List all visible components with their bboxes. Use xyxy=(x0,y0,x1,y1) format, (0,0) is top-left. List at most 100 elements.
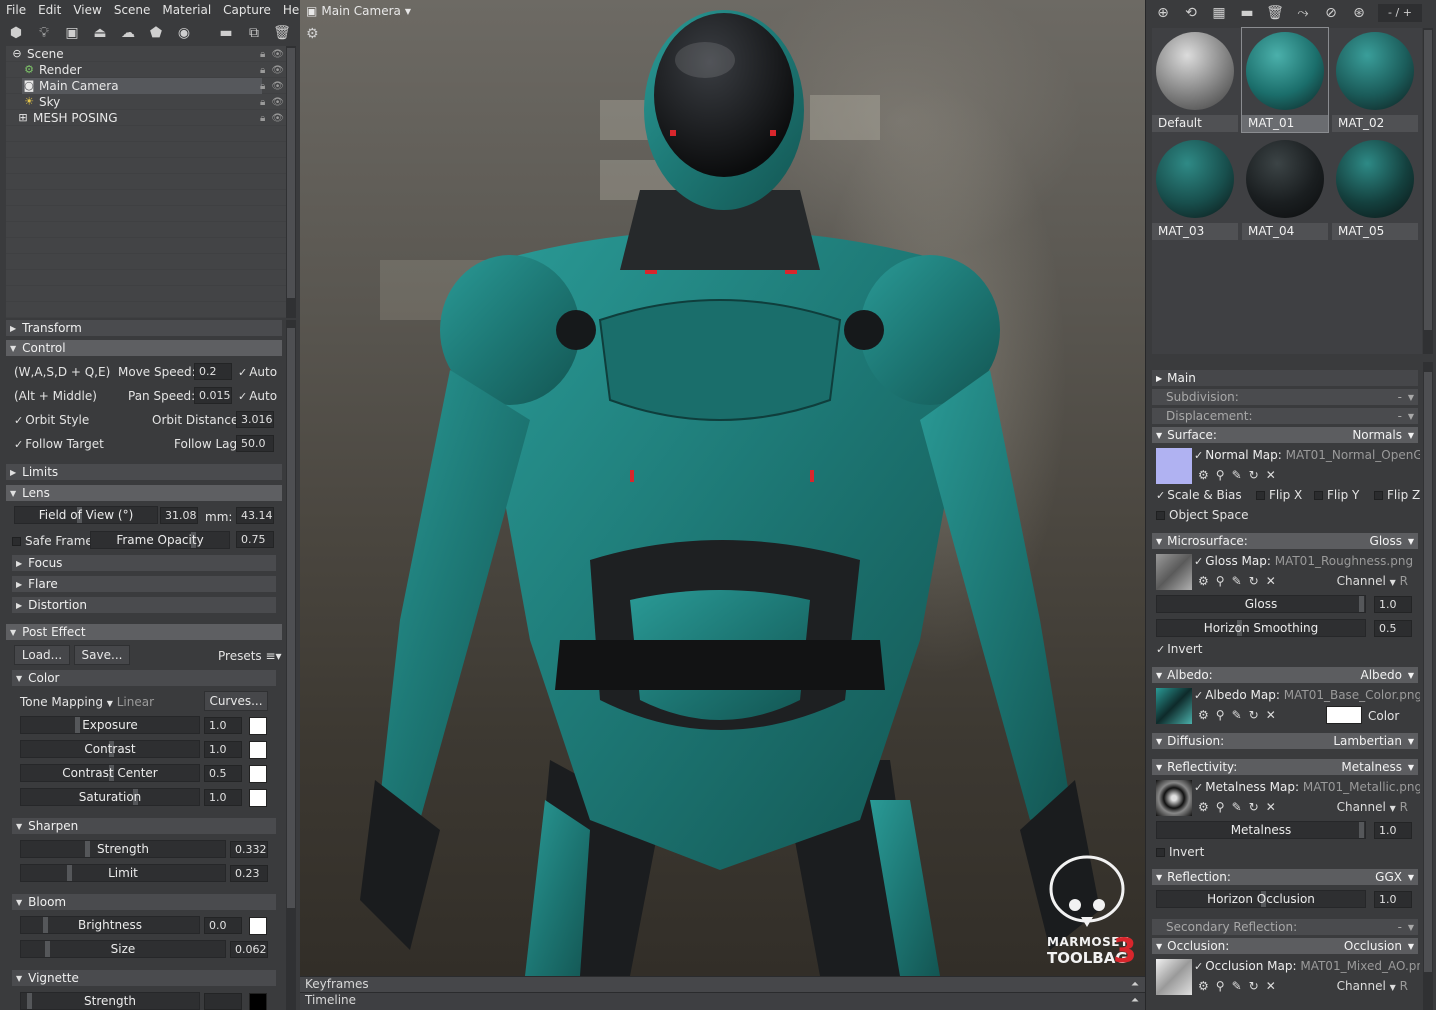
pan-speed-field[interactable]: 0.015 xyxy=(194,387,232,404)
horizon-smoothing-field[interactable]: 0.5 xyxy=(1374,620,1412,637)
keyframes-bar[interactable]: Keyframes ⏶ xyxy=(300,976,1145,992)
close-icon[interactable]: ✕ xyxy=(1266,708,1276,722)
contrast-field[interactable]: 1.0 xyxy=(204,741,242,758)
lock-icon[interactable]: 🔒︎ xyxy=(260,81,265,92)
compass-icon[interactable]: ⊛ xyxy=(1348,3,1370,23)
object-space-checkbox[interactable]: Object Space xyxy=(1156,508,1248,522)
bloom-brightness-slider[interactable]: Brightness xyxy=(20,916,200,934)
section-sharpen[interactable]: ▼ Sharpen xyxy=(12,818,276,834)
menu-file[interactable]: File xyxy=(0,3,32,17)
metalness-map-row[interactable]: ✓ Metalness Map: MAT01_Metallic.png xyxy=(1194,780,1420,794)
albedo-map-thumbnail[interactable] xyxy=(1156,688,1192,724)
metalness-slider[interactable]: Metalness xyxy=(1156,821,1366,839)
orbit-style-checkbox[interactable]: ✓ Orbit Style xyxy=(14,413,89,427)
lock-icon[interactable]: 🔒︎ xyxy=(260,113,265,124)
auto-pan-checkbox[interactable]: ✓ Auto xyxy=(238,389,277,403)
normal-map-row[interactable]: ✓Normal Map: MAT01_Normal_OpenGL.p xyxy=(1194,448,1420,462)
bloom-size-slider[interactable]: Size xyxy=(20,940,226,958)
add-turntable-icon[interactable]: ⬟ xyxy=(144,23,168,43)
tree-item-render[interactable]: ⚙ Render xyxy=(22,62,262,78)
eyedropper-icon[interactable]: ⊘ xyxy=(1320,3,1342,23)
menu-material[interactable]: Material xyxy=(156,3,217,17)
eye-icon[interactable]: 👁︎ xyxy=(271,97,284,108)
add-camera-icon[interactable]: ▣ xyxy=(60,23,84,43)
3d-viewport[interactable]: ▣ Main Camera ▼ ⚙ MARMOSET TOOLBAG 3 xyxy=(300,0,1145,976)
eye-icon[interactable]: 👁︎ xyxy=(271,81,284,92)
section-reflection[interactable]: ▼ Reflection: GGX ▼ xyxy=(1152,869,1418,885)
tree-item-scene[interactable]: ⊖ Scene xyxy=(10,46,250,62)
folder-icon[interactable]: ▬ xyxy=(1236,3,1258,23)
orbit-distance-field[interactable]: 3.016 xyxy=(236,411,274,428)
section-vignette[interactable]: ▼ Vignette xyxy=(12,970,276,986)
section-secondary-reflection[interactable]: Secondary Reflection: - ▼ xyxy=(1152,919,1418,935)
sharpen-strength-slider[interactable]: Strength xyxy=(20,840,226,858)
frame-opacity-slider[interactable]: Frame Opacity xyxy=(90,531,230,549)
close-icon[interactable]: ✕ xyxy=(1266,468,1276,482)
menu-capture[interactable]: Capture xyxy=(217,3,277,17)
edit-icon[interactable]: ✎ xyxy=(1232,800,1242,814)
reload-icon[interactable]: ↻ xyxy=(1249,800,1259,814)
section-microsurface[interactable]: ▼ Microsurface: Gloss ▼ xyxy=(1152,533,1418,549)
close-icon[interactable]: ✕ xyxy=(1266,979,1276,993)
expand-up-icon[interactable]: ⏶ xyxy=(1131,977,1139,992)
gloss-invert-checkbox[interactable]: ✓ Invert xyxy=(1156,642,1203,656)
section-control[interactable]: ▼ Control xyxy=(6,340,282,356)
eye-icon[interactable]: 👁︎ xyxy=(271,49,284,60)
section-bloom[interactable]: ▼ Bloom xyxy=(12,894,276,910)
normal-map-thumbnail[interactable] xyxy=(1156,448,1192,484)
section-reflectivity[interactable]: ▼ Reflectivity: Metalness ▼ xyxy=(1152,759,1418,775)
reload-icon[interactable]: ↻ xyxy=(1249,979,1259,993)
contrast-color-swatch[interactable] xyxy=(249,741,267,759)
section-transform[interactable]: ▶ Transform xyxy=(6,320,282,336)
assign-material-icon[interactable]: ⤳ xyxy=(1292,3,1314,23)
sharpen-limit-slider[interactable]: Limit xyxy=(20,864,226,882)
add-light-icon[interactable]: 💡︎ xyxy=(32,23,56,43)
menu-scene[interactable]: Scene xyxy=(108,3,157,17)
section-main[interactable]: ▶ Main xyxy=(1152,370,1418,386)
material-thumb-mat04[interactable]: MAT_04 xyxy=(1242,136,1328,240)
menu-edit[interactable]: Edit xyxy=(32,3,67,17)
contrast-center-field[interactable]: 0.5 xyxy=(204,765,242,782)
section-lens[interactable]: ▼ Lens xyxy=(6,485,282,501)
move-speed-field[interactable]: 0.2 xyxy=(194,363,232,380)
section-focus[interactable]: ▶ Focus xyxy=(12,555,276,571)
settings-icon[interactable]: ⚙ xyxy=(1198,800,1209,814)
horizon-occlusion-field[interactable]: 1.0 xyxy=(1374,891,1412,908)
edit-icon[interactable]: ✎ xyxy=(1232,708,1242,722)
contrast-center-slider[interactable]: Contrast Center xyxy=(20,764,200,782)
flip-x-checkbox[interactable]: Flip X xyxy=(1256,488,1302,502)
material-pager[interactable]: - / + xyxy=(1378,4,1422,22)
add-mesh-icon[interactable]: ⬢ xyxy=(4,23,28,43)
exposure-color-swatch[interactable] xyxy=(249,717,267,735)
fov-slider[interactable]: Field of View (°) xyxy=(14,506,158,524)
sharpen-strength-field[interactable]: 0.332 xyxy=(230,841,268,858)
contrast-center-color-swatch[interactable] xyxy=(249,765,267,783)
horizon-occlusion-slider[interactable]: Horizon Occlusion xyxy=(1156,890,1366,908)
lock-icon[interactable]: 🔒︎ xyxy=(260,65,265,76)
material-properties-scrollbar[interactable] xyxy=(1423,362,1433,1010)
settings-icon[interactable]: ⚙ xyxy=(1198,708,1209,722)
timeline-bar[interactable]: Timeline ⏶ xyxy=(300,992,1145,1010)
tree-item-sky[interactable]: ☀ Sky xyxy=(22,94,262,110)
add-audio-icon[interactable]: ◉ xyxy=(172,23,196,43)
properties-scrollbar[interactable] xyxy=(286,320,296,1010)
metalness-channel-dropdown[interactable]: Channel ▼ R xyxy=(1337,800,1408,814)
section-flare[interactable]: ▶ Flare xyxy=(12,576,276,592)
material-thumb-default[interactable]: Default xyxy=(1152,28,1238,132)
bloom-color-swatch[interactable] xyxy=(249,917,267,935)
bloom-brightness-field[interactable]: 0.0 xyxy=(204,917,242,934)
edit-icon[interactable]: ✎ xyxy=(1232,574,1242,588)
edit-icon[interactable]: ✎ xyxy=(1232,979,1242,993)
reload-icon[interactable]: ↻ xyxy=(1249,708,1259,722)
saturation-field[interactable]: 1.0 xyxy=(204,789,242,806)
reload-icon[interactable]: ↻ xyxy=(1249,468,1259,482)
section-limits[interactable]: ▶ Limits xyxy=(6,464,282,480)
scale-bias-checkbox[interactable]: ✓ Scale & Bias xyxy=(1156,488,1242,502)
gloss-map-row[interactable]: ✓ Gloss Map: MAT01_Roughness.png xyxy=(1194,554,1413,568)
save-preset-button[interactable]: Save... xyxy=(74,645,130,665)
search-icon[interactable]: ⚲ xyxy=(1216,979,1225,993)
mm-field[interactable]: 43.14 xyxy=(236,507,274,524)
occlusion-channel-dropdown[interactable]: Channel ▼ R xyxy=(1337,979,1408,993)
camera-selector[interactable]: ▣ Main Camera ▼ xyxy=(300,0,411,22)
tone-mapping-dropdown[interactable]: Tone Mapping ▼ Linear xyxy=(20,695,154,709)
